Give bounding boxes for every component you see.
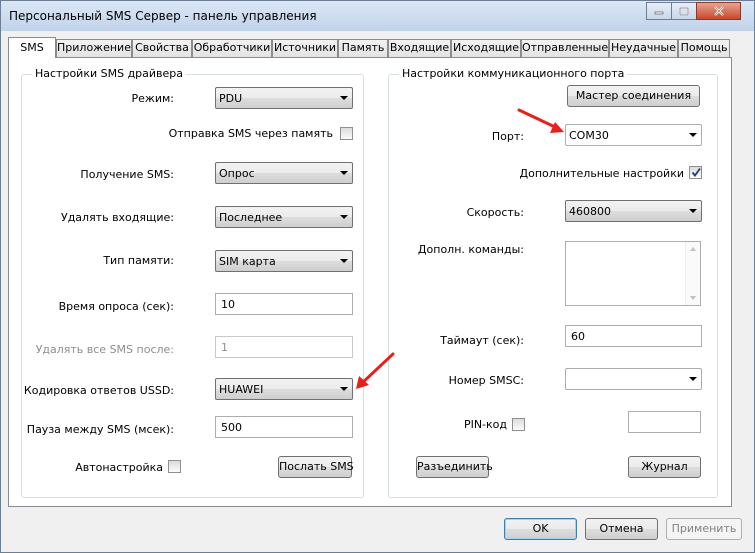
mode-value: PDU	[219, 92, 243, 105]
window-title: Персональный SMS Сервер - панель управле…	[9, 9, 317, 23]
smsc-label: Номер SMSC:	[448, 374, 524, 387]
tab-sms[interactable]: SMS	[8, 37, 56, 58]
tab-help[interactable]: Помощь	[678, 39, 730, 57]
close-button[interactable]	[696, 2, 741, 20]
tab-application[interactable]: Приложение	[56, 39, 132, 57]
tab-handlers[interactable]: Обработчики	[192, 39, 272, 57]
tab-outgoing[interactable]: Исходящие	[451, 39, 521, 57]
scroll-up-icon[interactable]	[690, 247, 696, 251]
poll-time-value: 10	[221, 298, 235, 311]
poll-time-input[interactable]: 10	[215, 293, 353, 315]
port-settings-label: Настройки коммуникационного порта	[399, 67, 628, 80]
port-select[interactable]: COM30	[565, 124, 702, 146]
speed-value: 460800	[569, 205, 611, 218]
chevron-down-icon	[340, 171, 348, 175]
tab-sent[interactable]: Отправленные	[521, 39, 609, 57]
send-sms-button[interactable]: Послать SMS	[278, 456, 354, 478]
receive-value: Опрос	[219, 167, 255, 180]
ussd-encoding-select[interactable]: HUAWEI	[215, 378, 353, 400]
timeout-label: Таймаут (сек):	[440, 334, 524, 347]
smsc-select[interactable]	[565, 368, 702, 390]
minimize-icon	[654, 11, 664, 15]
maximize-icon	[679, 6, 689, 16]
disconnect-button[interactable]: Разъединить	[416, 456, 493, 478]
extra-settings-label: Дополнительные настройки	[519, 167, 685, 180]
app-window: Персональный SMS Сервер - панель управле…	[0, 0, 755, 553]
receive-select[interactable]: Опрос	[215, 162, 353, 184]
pause-label: Пауза между SMS (мсек):	[26, 423, 174, 436]
timeout-input[interactable]: 60	[565, 325, 702, 347]
extra-commands-label: Дополн. команды:	[417, 243, 524, 256]
chevron-down-icon	[340, 387, 348, 391]
extra-commands-scrollbar[interactable]	[685, 242, 700, 305]
tab-incoming[interactable]: Входящие	[388, 39, 451, 57]
check-icon	[691, 167, 701, 177]
title-bar[interactable]: Персональный SMS Сервер - панель управле…	[1, 1, 754, 31]
send-via-memory-checkbox[interactable]	[340, 127, 353, 140]
autosetup-checkbox[interactable]	[168, 460, 181, 473]
memory-type-select[interactable]: SIM карта	[215, 250, 353, 272]
ok-button[interactable]: OK	[504, 518, 577, 540]
delete-all-after-label: Удалять все SMS после:	[35, 343, 174, 356]
speed-label: Скорость:	[466, 206, 524, 219]
send-via-memory-label: Отправка SMS через память	[168, 127, 333, 140]
delete-incoming-label: Удалять входящие:	[60, 211, 174, 224]
ussd-encoding-label: Кодировка ответов USSD:	[23, 384, 174, 397]
tab-memory[interactable]: Память	[338, 39, 388, 57]
driver-settings-label: Настройки SMS драйвера	[32, 67, 187, 80]
mode-select[interactable]: PDU	[215, 87, 353, 109]
speed-select[interactable]: 460800	[565, 200, 702, 222]
delete-incoming-select[interactable]: Последнее	[215, 206, 353, 228]
minimize-button[interactable]	[646, 2, 672, 20]
cancel-button[interactable]: Отмена	[585, 518, 658, 540]
extra-commands-textarea[interactable]	[565, 241, 701, 306]
tab-properties[interactable]: Свойства	[132, 39, 192, 57]
close-icon	[713, 6, 724, 16]
mode-label: Режим:	[131, 92, 174, 105]
chevron-down-icon	[340, 215, 348, 219]
chevron-down-icon	[689, 209, 697, 213]
chevron-down-icon	[689, 133, 697, 137]
log-button[interactable]: Журнал	[628, 456, 701, 478]
ussd-encoding-value: HUAWEI	[219, 383, 264, 396]
pause-input[interactable]: 500	[215, 416, 353, 438]
receive-label: Получение SMS:	[80, 168, 174, 181]
memory-type-value: SIM карта	[219, 255, 276, 268]
scroll-down-icon[interactable]	[690, 296, 696, 300]
chevron-down-icon	[689, 377, 697, 381]
autosetup-label: Автонастройка	[75, 461, 163, 474]
delete-all-after-value: 1	[221, 341, 228, 354]
pin-input[interactable]	[628, 411, 701, 433]
red-arrow-icon	[356, 352, 395, 389]
tab-failed[interactable]: Неудачные	[609, 39, 678, 57]
delete-all-after-input[interactable]: 1	[215, 336, 353, 358]
pin-checkbox[interactable]	[512, 418, 525, 431]
maximize-button[interactable]	[671, 2, 697, 20]
pause-value: 500	[221, 421, 242, 434]
poll-time-label: Время опроса (сек):	[58, 300, 174, 313]
timeout-value: 60	[571, 330, 585, 343]
chevron-down-icon	[340, 96, 348, 100]
apply-button[interactable]: Применить	[666, 518, 742, 540]
tab-sources[interactable]: Источники	[272, 39, 338, 57]
port-value: COM30	[569, 129, 609, 142]
chevron-down-icon	[340, 259, 348, 263]
red-arrow-icon	[517, 108, 564, 133]
extra-settings-checkbox[interactable]	[689, 166, 702, 179]
connection-wizard-button[interactable]: Мастер соединения	[567, 85, 700, 107]
delete-incoming-value: Последнее	[219, 211, 283, 224]
pin-label: PIN-код	[463, 418, 507, 431]
memory-type-label: Тип памяти:	[103, 254, 174, 267]
